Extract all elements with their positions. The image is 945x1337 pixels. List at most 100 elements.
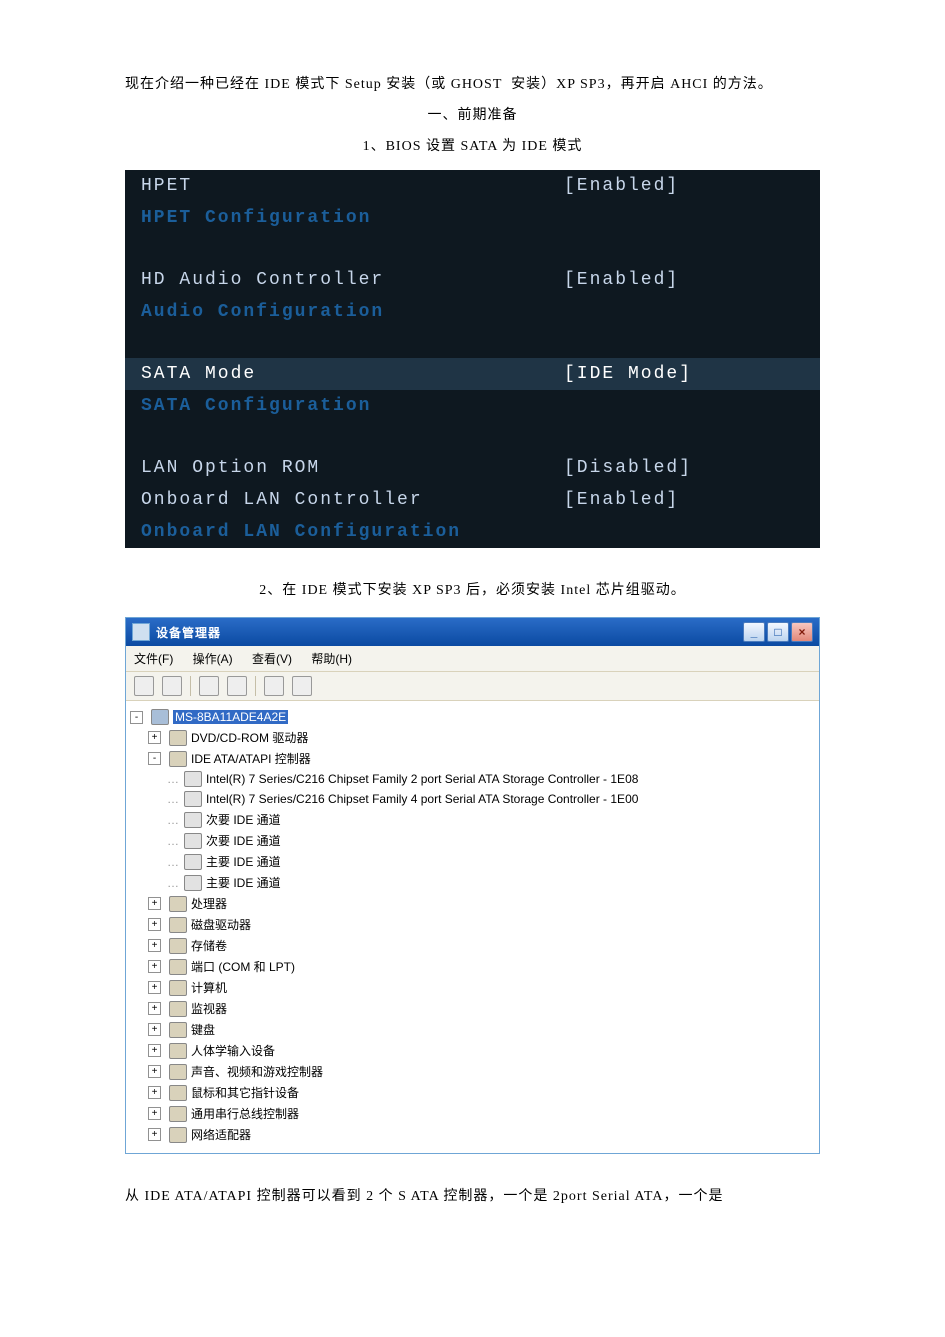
properties-icon[interactable]: [199, 676, 219, 696]
tree-node-label: 计算机: [191, 979, 227, 996]
device-icon: [169, 1001, 187, 1017]
bios-value: [Enabled]: [564, 176, 804, 196]
bios-value: [Enabled]: [564, 490, 804, 510]
maximize-button[interactable]: □: [767, 622, 789, 642]
tree-node[interactable]: …主要 IDE 通道: [130, 872, 815, 893]
expander-icon[interactable]: +: [148, 939, 161, 952]
tree-node[interactable]: - IDE ATA/ATAPI 控制器: [130, 748, 815, 769]
tree-node-label: 次要 IDE 通道: [206, 811, 281, 828]
device-manager-window: 设备管理器 _ □ × 文件(F) 操作(A) 查看(V) 帮助(H): [125, 617, 820, 1154]
tree-node[interactable]: …Intel(R) 7 Series/C216 Chipset Family 4…: [130, 789, 815, 809]
device-icon: [169, 1085, 187, 1101]
device-icon: [169, 1106, 187, 1122]
device-icon: [184, 812, 202, 828]
scan-icon[interactable]: [264, 676, 284, 696]
bios-value: [564, 208, 804, 228]
tree-node-label: 网络适配器: [191, 1126, 251, 1143]
bios-value: [Enabled]: [564, 270, 804, 290]
tree-node-label: MS-8BA11ADE4A2E: [173, 710, 288, 724]
device-icon: [184, 875, 202, 891]
tree-node-label: 主要 IDE 通道: [206, 853, 281, 870]
bios-label: SATA Mode: [141, 364, 564, 384]
tree-node[interactable]: + 计算机: [130, 977, 815, 998]
tree-node[interactable]: …主要 IDE 通道: [130, 851, 815, 872]
bios-value: [564, 396, 804, 416]
tree-node-label: 端口 (COM 和 LPT): [191, 958, 295, 975]
bios-label: HPET Configuration: [141, 208, 564, 228]
step-2-text: 2、在 IDE 模式下安装 XP SP3 后，必须安装 Intel 芯片组驱动。: [125, 576, 820, 607]
minimize-button[interactable]: _: [743, 622, 765, 642]
device-icon: [169, 730, 187, 746]
device-icon: [169, 1064, 187, 1080]
tree-node[interactable]: + 监视器: [130, 998, 815, 1019]
device-icon: [169, 1022, 187, 1038]
tree-node-label: DVD/CD-ROM 驱动器: [191, 729, 308, 746]
bios-row: SATA Configuration: [125, 390, 820, 422]
tree-node-label: 存储卷: [191, 937, 227, 954]
tree-node[interactable]: …次要 IDE 通道: [130, 809, 815, 830]
menu-help[interactable]: 帮助(H): [311, 652, 352, 666]
expander-icon[interactable]: +: [148, 1065, 161, 1078]
bios-label: LAN Option ROM: [141, 458, 564, 478]
expander-icon[interactable]: +: [148, 981, 161, 994]
bios-label: Onboard LAN Configuration: [141, 522, 564, 542]
tree-node-label: 声音、视频和游戏控制器: [191, 1063, 323, 1080]
tree-node[interactable]: + 声音、视频和游戏控制器: [130, 1061, 815, 1082]
tree-node[interactable]: + 鼠标和其它指针设备: [130, 1082, 815, 1103]
close-button[interactable]: ×: [791, 622, 813, 642]
expander-icon[interactable]: -: [148, 752, 161, 765]
refresh-icon[interactable]: [227, 676, 247, 696]
view-icon[interactable]: [292, 676, 312, 696]
device-tree[interactable]: - MS-8BA11ADE4A2E + DVD/CD-ROM 驱动器 - IDE ATA/…: [126, 701, 819, 1153]
expander-icon[interactable]: +: [148, 1044, 161, 1057]
bios-row: Audio Configuration: [125, 296, 820, 328]
tree-node[interactable]: …次要 IDE 通道: [130, 830, 815, 851]
expander-icon[interactable]: +: [148, 1086, 161, 1099]
tree-node-label: 鼠标和其它指针设备: [191, 1084, 299, 1101]
tree-node[interactable]: + 磁盘驱动器: [130, 914, 815, 935]
forward-icon[interactable]: [162, 676, 182, 696]
tree-node-label: IDE ATA/ATAPI 控制器: [191, 750, 311, 767]
expander-icon[interactable]: +: [148, 731, 161, 744]
device-icon: [169, 896, 187, 912]
bios-value: [564, 302, 804, 322]
tree-node[interactable]: + DVD/CD-ROM 驱动器: [130, 727, 815, 748]
expander-icon[interactable]: +: [148, 1002, 161, 1015]
tree-node-label: 处理器: [191, 895, 227, 912]
titlebar: 设备管理器 _ □ ×: [126, 618, 819, 646]
menu-action[interactable]: 操作(A): [193, 652, 233, 666]
bios-label: HD Audio Controller: [141, 270, 564, 290]
expander-icon[interactable]: +: [148, 1023, 161, 1036]
expander-icon[interactable]: +: [148, 1128, 161, 1141]
tree-node[interactable]: + 处理器: [130, 893, 815, 914]
tree-node[interactable]: + 人体学输入设备: [130, 1040, 815, 1061]
bios-row: HPET Configuration: [125, 202, 820, 234]
tree-node[interactable]: …Intel(R) 7 Series/C216 Chipset Family 2…: [130, 769, 815, 789]
bios-value: [Disabled]: [564, 458, 804, 478]
menu-file[interactable]: 文件(F): [134, 652, 173, 666]
expander-icon[interactable]: +: [148, 960, 161, 973]
menu-bar: 文件(F) 操作(A) 查看(V) 帮助(H): [126, 646, 819, 672]
back-icon[interactable]: [134, 676, 154, 696]
device-icon: [184, 771, 202, 787]
tree-node[interactable]: +通用串行总线控制器: [130, 1103, 815, 1124]
tree-node[interactable]: +键盘: [130, 1019, 815, 1040]
device-icon: [169, 1127, 187, 1143]
expander-icon[interactable]: +: [148, 918, 161, 931]
tree-node[interactable]: + 存储卷: [130, 935, 815, 956]
device-icon: [169, 938, 187, 954]
tree-node[interactable]: + 网络适配器: [130, 1124, 815, 1145]
toolbar: [126, 672, 819, 701]
expander-icon[interactable]: -: [130, 711, 143, 724]
menu-view[interactable]: 查看(V): [252, 652, 292, 666]
tree-node-label: 监视器: [191, 1000, 227, 1017]
device-icon: [169, 1043, 187, 1059]
expander-icon[interactable]: +: [148, 897, 161, 910]
expander-icon[interactable]: +: [148, 1107, 161, 1120]
intro-paragraph: 现在介绍一种已经在 IDE 模式下 Setup 安装（或 GHOST 安装）XP…: [125, 70, 820, 101]
tree-node-label: 人体学输入设备: [191, 1042, 275, 1059]
tree-node[interactable]: + 端口 (COM 和 LPT): [130, 956, 815, 977]
bios-row: HD Audio Controller[Enabled]: [125, 264, 820, 296]
tree-node[interactable]: - MS-8BA11ADE4A2E: [130, 707, 815, 727]
tree-node-label: 磁盘驱动器: [191, 916, 251, 933]
